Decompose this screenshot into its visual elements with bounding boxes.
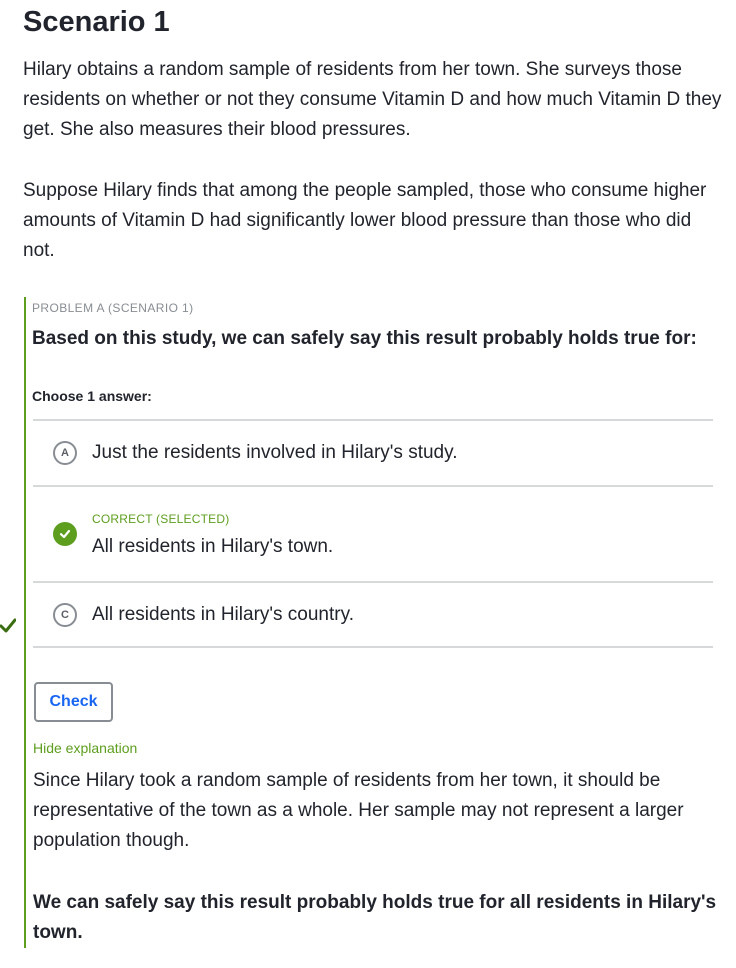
choice-c-text: All residents in Hilary's country. (92, 604, 354, 625)
problem-label: PROBLEM A (SCENARIO 1) (32, 301, 194, 315)
choice-b-text: All residents in Hilary's town. (92, 536, 334, 557)
choice-a-text: Just the residents involved in Hilary's … (92, 442, 458, 463)
question-text: Based on this study, we can safely say t… (32, 328, 697, 349)
hide-explanation-link[interactable]: Hide explanation (33, 740, 137, 756)
choice-c-letter: C (53, 603, 77, 627)
check-button[interactable]: Check (34, 682, 113, 722)
choice-c[interactable]: C All residents in Hilary's country. (33, 581, 713, 648)
explanation-conclusion: We can safely say this result probably h… (33, 892, 717, 943)
scenario-title: Scenario 1 (23, 6, 170, 38)
correct-status-label: CORRECT (SELECTED) (92, 512, 230, 526)
problem-panel: PROBLEM A (SCENARIO 1) Based on this stu… (24, 297, 724, 948)
choice-a-letter: A (53, 441, 77, 465)
scenario-paragraph-2: Suppose Hilary finds that among the peop… (23, 180, 707, 261)
explanation-text: Since Hilary took a random sample of res… (33, 770, 684, 851)
checkmark-icon (0, 618, 16, 633)
choose-label: Choose 1 answer: (32, 388, 152, 404)
choice-b[interactable]: CORRECT (SELECTED) All residents in Hila… (33, 485, 713, 582)
checkmark-circle-icon (53, 522, 77, 546)
scenario-paragraph-1: Hilary obtains a random sample of reside… (23, 59, 722, 140)
choice-a[interactable]: A Just the residents involved in Hilary'… (33, 419, 713, 486)
